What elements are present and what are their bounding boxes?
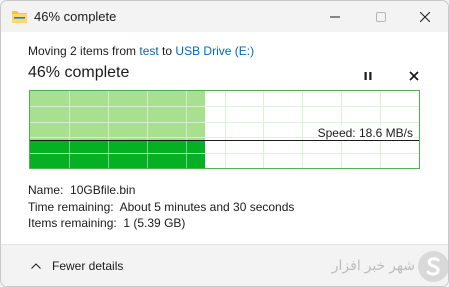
- close-icon: [420, 11, 430, 22]
- time-remaining-value: About 5 minutes and 30 seconds: [119, 199, 295, 214]
- dialog-content: Moving 2 items from test to USB Drive (E…: [1, 32, 448, 244]
- source-folder-link[interactable]: test: [139, 44, 158, 58]
- progress-fill-upper: [30, 91, 205, 140]
- file-explorer-icon: [12, 11, 27, 23]
- s-logo-icon: [418, 251, 448, 282]
- items-remaining-value: 1 (5.39 GB): [123, 216, 186, 230]
- name-row: Name: 10GBfile.bin: [28, 182, 294, 199]
- operation-prefix: Moving 2 items from: [28, 44, 140, 58]
- operation-middle: to: [158, 44, 176, 58]
- percent-complete-heading: 46% complete: [28, 64, 130, 81]
- destination-drive-link[interactable]: USB Drive (E:): [175, 44, 254, 58]
- maximize-icon: [376, 11, 386, 22]
- close-button[interactable]: [402, 1, 448, 32]
- time-remaining-row: Time remaining: About 5 minutes and 30 s…: [28, 199, 294, 216]
- dialog-footer: Fewer details شهر خبر افزار: [1, 244, 448, 286]
- transfer-speed-graph: Speed: 18.6 MB/s: [29, 90, 420, 169]
- window-title: 46% complete: [34, 9, 117, 24]
- cancel-button[interactable]: [403, 65, 425, 87]
- minimize-icon: [330, 16, 340, 17]
- watermark-text: شهر خبر افزار: [331, 257, 415, 273]
- watermark: شهر خبر افزار: [307, 249, 448, 285]
- fewer-details-button[interactable]: Fewer details: [31, 259, 123, 273]
- title-bar[interactable]: 46% complete: [1, 1, 448, 32]
- items-remaining-row: Items remaining: 1 (5.39 GB): [28, 215, 294, 232]
- pause-button[interactable]: [357, 65, 379, 87]
- chevron-up-icon: [31, 263, 41, 269]
- minimize-button[interactable]: [312, 1, 358, 32]
- cancel-icon: [409, 71, 419, 81]
- name-value: 10GBfile.bin: [70, 183, 136, 197]
- maximize-button[interactable]: [358, 1, 404, 32]
- speed-label: Speed: 18.6 MB/s: [316, 126, 414, 140]
- transfer-details: Name: 10GBfile.bin Time remaining: About…: [28, 182, 294, 232]
- name-label: Name:: [28, 183, 64, 197]
- items-remaining-label: Items remaining:: [28, 216, 117, 230]
- fewer-details-label: Fewer details: [52, 259, 124, 273]
- operation-description: Moving 2 items from test to USB Drive (E…: [28, 44, 254, 58]
- pause-icon: [364, 72, 372, 80]
- copy-progress-dialog: 46% complete Moving 2 items from test to…: [0, 0, 449, 287]
- time-remaining-label: Time remaining:: [28, 199, 114, 214]
